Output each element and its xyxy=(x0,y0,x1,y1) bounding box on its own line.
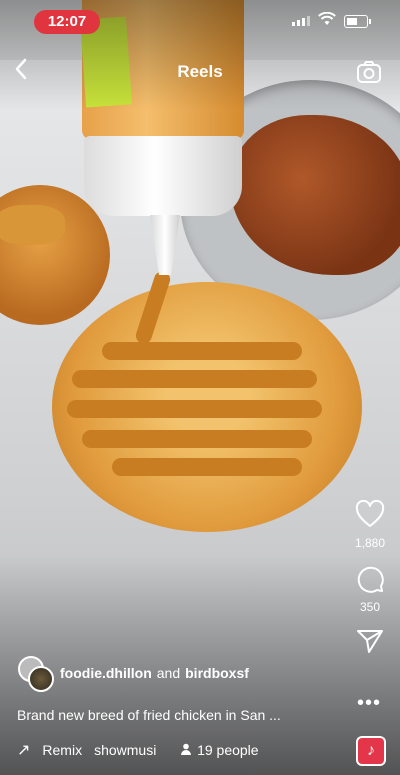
audio-icon[interactable]: ♪ xyxy=(356,736,386,766)
status-time: 12:07 xyxy=(34,10,100,34)
people-count: 19 people xyxy=(197,742,259,758)
person-icon xyxy=(180,743,192,758)
collaborator-username[interactable]: birdboxsf xyxy=(185,665,249,681)
reels-screen: 12:07 Reels 1,880 350 ••• ♪ foodie.dhill… xyxy=(0,0,400,775)
post-meta-row: ↗ Remix showmusi 19 people xyxy=(17,740,259,760)
remix-arrow-icon: ↗ xyxy=(17,742,31,759)
status-bar: 12:07 xyxy=(0,10,400,34)
cellular-signal-icon xyxy=(292,16,310,26)
video-bun xyxy=(52,282,362,532)
author-username[interactable]: foodie.dhillon xyxy=(60,665,152,681)
top-nav: Reels xyxy=(0,58,400,88)
camera-icon[interactable] xyxy=(356,60,384,84)
share-button[interactable] xyxy=(348,628,392,658)
comments-count: 350 xyxy=(359,600,381,614)
post-caption[interactable]: Brand new breed of fried chicken in San … xyxy=(17,707,347,723)
page-title: Reels xyxy=(177,62,223,81)
post-authors: foodie.dhillon and birdboxsf xyxy=(18,656,249,692)
send-icon xyxy=(355,628,385,658)
heart-icon xyxy=(355,499,385,530)
reel-actions: 1,880 350 xyxy=(348,499,392,672)
battery-icon xyxy=(344,15,368,28)
comment-icon xyxy=(355,564,385,594)
music-label[interactable]: showmusi xyxy=(94,742,166,758)
likes-count: 1,880 xyxy=(354,536,386,550)
remix-link[interactable]: Remix xyxy=(42,742,82,758)
video-bottle-cap xyxy=(84,136,242,216)
like-button[interactable]: 1,880 xyxy=(348,499,392,550)
comment-button[interactable]: 350 xyxy=(348,564,392,614)
authors-conjunction: and xyxy=(156,665,181,681)
avatar[interactable] xyxy=(18,656,54,692)
wifi-icon xyxy=(318,11,336,31)
more-options-icon[interactable]: ••• xyxy=(357,693,381,713)
tagged-people[interactable]: 19 people xyxy=(180,742,259,758)
